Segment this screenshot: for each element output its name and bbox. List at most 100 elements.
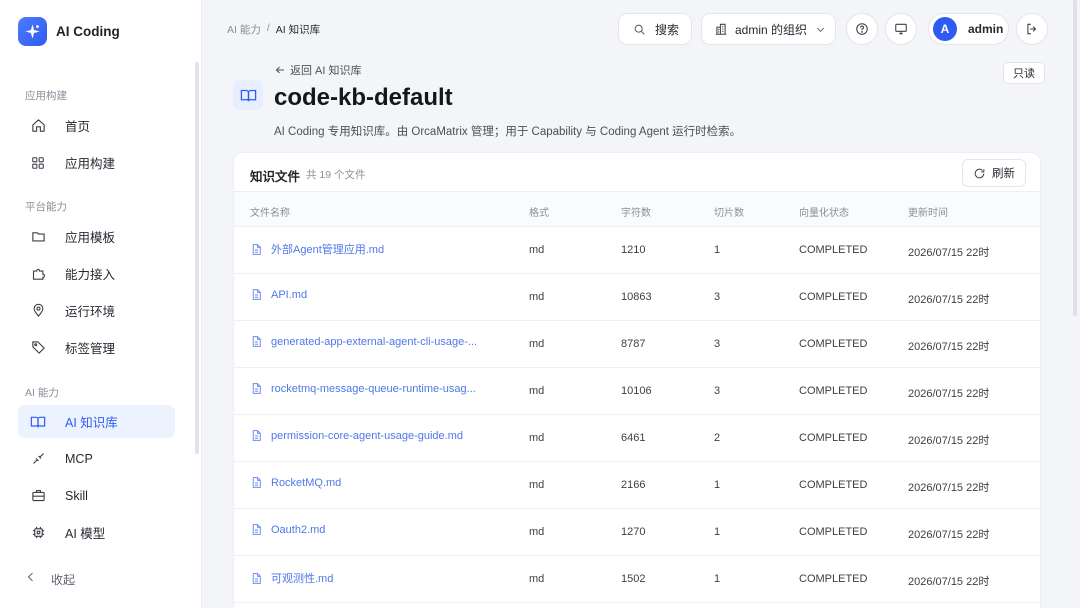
section-label-platform: 平台能力	[25, 201, 67, 213]
file-link[interactable]: 外部Agent管理应用.md	[250, 241, 384, 257]
table-row[interactable]: 外部Agent管理应用.md md 1210 1 COMPLETED 2026/…	[234, 227, 1040, 274]
table-row[interactable]: Oauth2.md md 1270 1 COMPLETED 2026/07/15…	[234, 509, 1040, 556]
col-header-format[interactable]: 格式	[529, 204, 549, 219]
col-header-chars[interactable]: 字符数	[621, 204, 651, 219]
org-label: admin 的组织	[735, 22, 808, 37]
sparkle-logo-icon	[18, 17, 47, 46]
file-icon	[252, 430, 261, 441]
section-label-ai: AI 能力	[25, 387, 59, 399]
file-chunks: 1	[714, 244, 721, 256]
sidebar-item-label: 首页	[65, 120, 91, 134]
table-row[interactable]: permission-core-agent-usage-guide.md md …	[234, 415, 1040, 462]
help-button[interactable]	[846, 13, 878, 45]
file-name: 可观测性.md	[271, 573, 334, 585]
file-updated: 2026/07/15 22时	[908, 294, 990, 306]
files-count: 共 19 个文件	[306, 169, 366, 181]
sidebar-item-app-templates[interactable]: 应用模板	[18, 220, 175, 253]
sidebar-item-label: 标签管理	[65, 342, 116, 356]
file-format: md	[529, 244, 545, 256]
breadcrumb-parent[interactable]: AI 能力	[227, 22, 261, 37]
sidebar-item-home[interactable]: 首页	[18, 109, 175, 142]
file-name: permission-core-agent-usage-guide.md	[271, 429, 463, 442]
file-name: generated-app-external-agent-cli-usage-.…	[271, 335, 478, 348]
file-name: 外部Agent管理应用.md	[271, 244, 385, 256]
building-icon	[714, 22, 728, 36]
sidebar-item-runtime-env[interactable]: 运行环境	[18, 294, 175, 327]
file-chunks: 2	[714, 432, 721, 444]
sidebar-item-label: MCP	[65, 451, 93, 466]
sidebar-scrollbar[interactable]	[195, 62, 199, 454]
readonly-badge: 只读	[1003, 62, 1045, 84]
collapse-button[interactable]: 收起	[25, 570, 75, 589]
location-pin-icon	[30, 303, 46, 319]
briefcase-icon	[30, 488, 46, 504]
files-card: 知识文件 共 19 个文件 刷新 文件名称 格式 字符数 切片数 向量化状态 更…	[233, 152, 1041, 608]
tag-icon	[30, 340, 46, 356]
file-name: Oauth2.md	[271, 523, 326, 536]
col-header-status[interactable]: 向量化状态	[799, 204, 849, 219]
file-format: md	[529, 573, 545, 585]
file-status: COMPLETED	[799, 432, 868, 444]
refresh-button[interactable]: 刷新	[962, 159, 1026, 187]
table-row[interactable]: rocketmq-message-queue-runtime-usag... m…	[234, 368, 1040, 415]
search-button[interactable]: 搜索	[618, 13, 692, 45]
app-logo[interactable]: AI Coding	[18, 17, 120, 46]
file-chunks: 1	[714, 526, 721, 538]
file-link[interactable]: permission-core-agent-usage-guide.md	[250, 429, 463, 442]
file-updated: 2026/07/15 22时	[908, 529, 990, 541]
file-chars: 8787	[621, 338, 646, 350]
file-updated: 2026/07/15 22时	[908, 482, 990, 494]
sidebar-item-label: 应用模板	[65, 231, 116, 245]
sidebar-item-ai-kb[interactable]: AI 知识库	[18, 405, 175, 438]
file-updated: 2026/07/15 22时	[908, 341, 990, 353]
file-chars: 1502	[621, 573, 646, 585]
table-row[interactable]: 可观测性.md md 1502 1 COMPLETED 2026/07/15 2…	[234, 556, 1040, 603]
table-row[interactable]: RocketMQ.md md 2166 1 COMPLETED 2026/07/…	[234, 462, 1040, 509]
sidebar-item-label: Skill	[65, 488, 88, 503]
sidebar-item-app-build[interactable]: 应用构建	[18, 146, 175, 179]
breadcrumb: AI 能力 / AI 知识库	[227, 22, 320, 37]
sidebar-item-skill[interactable]: Skill	[18, 479, 175, 512]
file-link[interactable]: 可观测性.md	[250, 570, 333, 586]
page-scrollbar[interactable]	[1073, 0, 1077, 316]
chevron-left-icon	[25, 570, 37, 589]
file-link[interactable]: rocketmq-message-queue-runtime-usag...	[250, 382, 476, 395]
table-row[interactable]: API.md md 10863 3 COMPLETED 2026/07/15 2…	[234, 274, 1040, 321]
collapse-label: 收起	[51, 573, 76, 587]
file-link[interactable]: RocketMQ.md	[250, 476, 341, 489]
sidebar-item-label: 能力接入	[65, 268, 116, 282]
sidebar-item-tags[interactable]: 标签管理	[18, 331, 175, 364]
file-updated: 2026/07/15 22时	[908, 247, 990, 259]
chevron-down-icon	[815, 24, 826, 35]
search-label: 搜索	[655, 22, 680, 37]
sidebar-item-mcp[interactable]: MCP	[18, 442, 175, 475]
app-name: AI Coding	[56, 24, 120, 39]
back-link[interactable]: 返回 AI 知识库	[274, 62, 362, 78]
file-name: API.md	[271, 288, 308, 301]
sidebar-item-label: 运行环境	[65, 305, 116, 319]
sidebar-item-capability-access[interactable]: 能力接入	[18, 257, 175, 290]
col-header-chunks[interactable]: 切片数	[714, 204, 744, 219]
sidebar-item-ai-model[interactable]: AI 模型	[18, 516, 175, 549]
table-row[interactable]: generated-app-external-agent-cli-usage-.…	[234, 321, 1040, 368]
home-icon	[30, 118, 46, 134]
file-chunks: 3	[714, 385, 721, 397]
col-header-updated[interactable]: 更新时间	[908, 204, 948, 219]
logout-button[interactable]	[1016, 13, 1048, 45]
org-selector[interactable]: admin 的组织	[701, 13, 836, 45]
file-link[interactable]: API.md	[250, 288, 307, 301]
file-chunks: 3	[714, 291, 721, 303]
folder-icon	[30, 229, 46, 245]
file-icon	[252, 243, 261, 255]
file-chars: 1210	[621, 244, 646, 256]
file-format: md	[529, 526, 545, 538]
user-menu[interactable]: A admin	[928, 13, 1009, 45]
file-link[interactable]: Oauth2.md	[250, 523, 325, 536]
file-chars: 1270	[621, 526, 646, 538]
file-link[interactable]: generated-app-external-agent-cli-usage-.…	[250, 335, 477, 348]
col-header-name[interactable]: 文件名称	[250, 204, 290, 219]
file-status: COMPLETED	[799, 291, 868, 303]
table-header: 文件名称 格式 字符数 切片数 向量化状态 更新时间	[234, 191, 1040, 227]
file-chars: 10863	[621, 291, 652, 303]
display-button[interactable]	[885, 13, 917, 45]
